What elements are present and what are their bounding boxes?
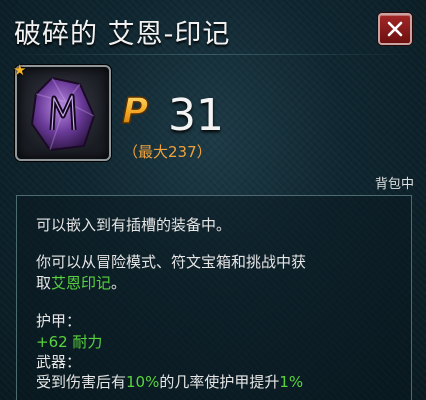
- svg-text:P: P: [122, 92, 148, 128]
- rarity-star-icon: ★: [13, 61, 27, 79]
- item-title: 破碎的 艾恩-印记: [14, 19, 231, 50]
- item-location: 背包中: [374, 177, 414, 192]
- effect-chance: 10%: [126, 373, 160, 391]
- armor-label: 护甲：: [36, 312, 82, 330]
- highlight-item-name: 艾恩印记: [51, 274, 112, 292]
- purple-rune-stone-icon: [30, 76, 96, 152]
- effect-text: 受到伤害后有: [36, 373, 127, 391]
- close-button[interactable]: [378, 13, 412, 45]
- title-divider: [8, 54, 418, 55]
- weapon-label: 武器：: [36, 353, 82, 371]
- effect-amount: 1%: [279, 373, 304, 391]
- description-line-2: 你可以从冒险模式、符文宝箱和挑战中获: [36, 253, 307, 271]
- description-text: 取: [36, 274, 52, 292]
- effect-text: 的几率使护甲提升: [159, 373, 280, 391]
- armor-value: +62 耐力: [36, 333, 103, 351]
- close-icon: [387, 21, 403, 37]
- price-value: 31: [168, 90, 224, 141]
- p-currency-icon: P: [121, 92, 149, 128]
- description-line-1: 可以嵌入到有插槽的装备中。: [36, 216, 232, 234]
- max-capacity: （最大237）: [123, 143, 212, 161]
- description-line-3: 取艾恩印记。: [36, 272, 126, 293]
- weapon-effect: 受到伤害后有10%的几率使护甲提升1%: [36, 371, 303, 392]
- description-text: 。: [111, 274, 127, 292]
